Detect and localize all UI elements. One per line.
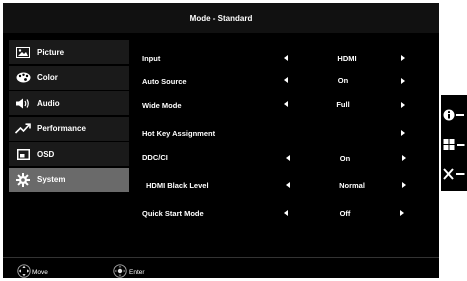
setting-row-auto-source[interactable]: Auto Source On	[3, 73, 439, 87]
arrow-left-icon[interactable]	[284, 77, 288, 83]
menu-grid-icon	[443, 138, 465, 157]
setting-label: Hot Key Assignment	[142, 128, 216, 138]
info-icon	[443, 108, 465, 127]
setting-label: Quick Start Mode	[142, 208, 204, 218]
move-label: Move	[32, 268, 48, 276]
setting-value: On	[339, 154, 351, 163]
page-title: Mode - Standard	[189, 13, 253, 23]
setting-row-hot-key-assignment[interactable]: Hot Key Assignment	[3, 126, 439, 140]
info-key[interactable]	[443, 109, 465, 125]
arrow-left-icon[interactable]	[286, 182, 290, 188]
setting-label: Input	[142, 53, 161, 63]
arrow-right-icon[interactable]	[401, 102, 405, 108]
close-key[interactable]	[443, 167, 465, 186]
arrow-left-icon[interactable]	[286, 155, 290, 161]
setting-row-wide-mode[interactable]: Wide Mode Full	[3, 97, 439, 111]
arrow-right-icon[interactable]	[401, 78, 405, 84]
arrow-right-icon[interactable]	[402, 182, 406, 188]
osd-menu: Mode - Standard Picture Color Audio Perf…	[3, 3, 439, 278]
setting-label: HDMI Black Level	[146, 180, 209, 190]
setting-label: DDC/CI	[142, 152, 168, 162]
enter-hint: Enter	[113, 264, 145, 280]
dpad-enter-icon	[113, 264, 127, 280]
close-icon	[443, 167, 465, 186]
setting-row-quick-start-mode[interactable]: Quick Start Mode Off	[3, 206, 439, 220]
setting-row-hdmi-black-level[interactable]: HDMI Black Level Normal	[3, 178, 439, 192]
setting-row-ddc-ci[interactable]: DDC/CI On	[3, 150, 439, 164]
hotkey-panel	[441, 95, 467, 191]
setting-label: Wide Mode	[142, 101, 182, 110]
menu-key[interactable]	[443, 138, 465, 157]
setting-value: Off	[339, 208, 351, 218]
setting-label: Auto Source	[142, 77, 187, 86]
setting-row-input[interactable]: Input HDMI	[3, 51, 439, 65]
menu-title: Mode - Standard	[3, 3, 439, 33]
move-hint: Move	[17, 264, 48, 280]
arrow-left-icon[interactable]	[284, 210, 288, 216]
arrow-right-icon[interactable]	[400, 210, 404, 216]
arrow-right-icon[interactable]	[402, 155, 406, 161]
arrow-left-icon[interactable]	[284, 101, 288, 107]
dpad-move-icon	[17, 264, 31, 280]
setting-value: On	[337, 75, 349, 85]
setting-value: Normal	[339, 180, 365, 190]
footer-hints: Move Enter	[3, 257, 439, 279]
setting-value: HDMI	[337, 53, 357, 63]
arrow-right-icon[interactable]	[401, 55, 405, 61]
arrow-left-icon[interactable]	[284, 55, 288, 61]
setting-value: Full	[336, 99, 350, 109]
arrow-right-icon[interactable]	[401, 130, 405, 136]
enter-label: Enter	[129, 268, 145, 276]
